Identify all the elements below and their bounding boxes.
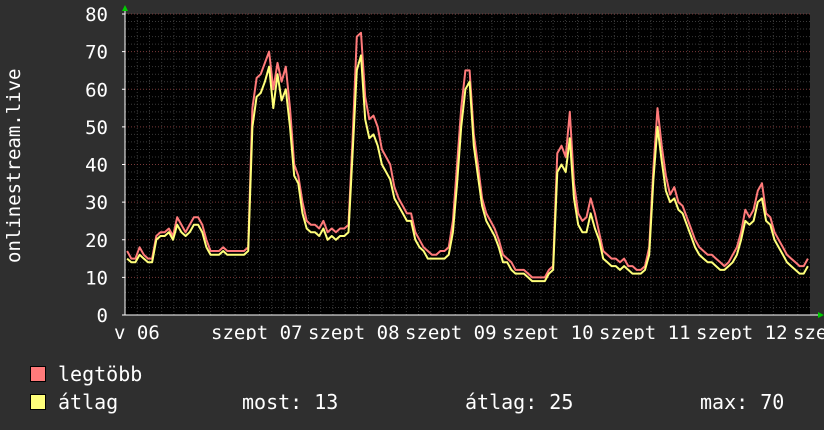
legend-swatch-avg bbox=[30, 394, 46, 410]
x-tick-label: szept 08 bbox=[308, 322, 400, 340]
x-tick-label: szept 07 bbox=[211, 322, 303, 340]
x-tick-label: szept 12 bbox=[696, 322, 788, 340]
x-tick-label: v 06 bbox=[114, 322, 160, 340]
y-tick-label: 70 bbox=[85, 42, 108, 64]
y-tick-label: 20 bbox=[85, 230, 108, 252]
y-tick-label: 30 bbox=[85, 192, 108, 214]
legend-label-avg: átlag bbox=[58, 390, 119, 414]
y-tick-label: 80 bbox=[85, 4, 108, 26]
x-tick-label: szept 11 bbox=[599, 322, 691, 340]
y-tick-label: 50 bbox=[85, 117, 108, 139]
y-tick-label: 0 bbox=[97, 305, 108, 327]
y-tick-label: 60 bbox=[85, 79, 108, 101]
stat-average: átlag: 25 bbox=[465, 390, 574, 414]
legend-item-avg: átlag most: 13 átlag: 25 max: 70 bbox=[30, 390, 810, 414]
legend-label-max: legtöbb bbox=[58, 362, 143, 386]
x-tick-label: szept 10 bbox=[502, 322, 594, 340]
y-tick-label: 40 bbox=[85, 155, 108, 177]
x-axis-arrow bbox=[818, 312, 824, 318]
y-axis-label: onlinestream.live bbox=[3, 68, 25, 264]
chart-area: 0 10 20 30 40 50 60 70 80 v 06 szept 07 szept 08 sze… bbox=[85, 4, 824, 340]
x-tick-label: szept 09 bbox=[405, 322, 497, 340]
stat-current: most: 13 bbox=[242, 390, 339, 414]
legend-swatch-max bbox=[30, 366, 46, 382]
y-tick-label: 10 bbox=[85, 267, 108, 289]
y-axis-arrow bbox=[122, 5, 128, 11]
stat-max: max: 70 bbox=[700, 390, 785, 414]
x-tick-label: szept bbox=[793, 322, 824, 340]
